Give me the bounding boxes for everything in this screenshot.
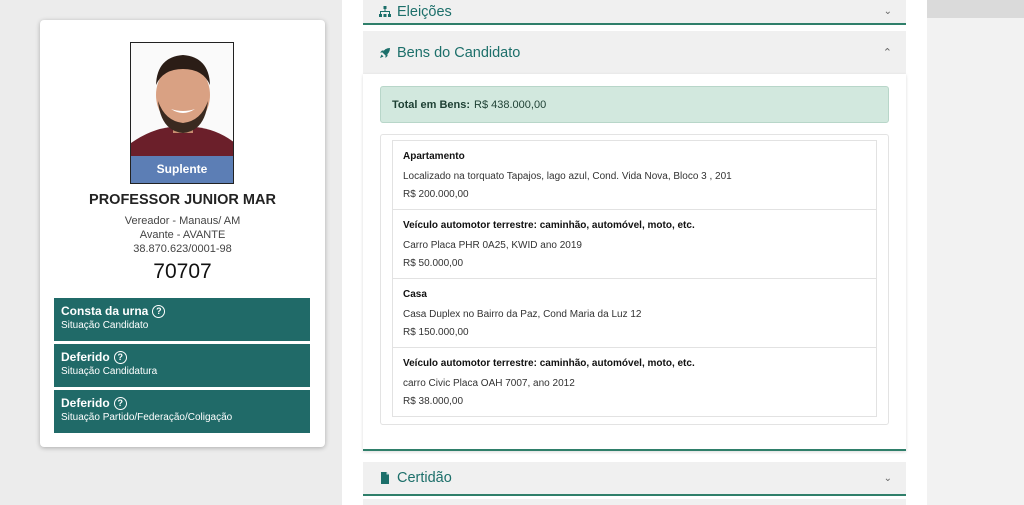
candidate-photo: Suplente [130,42,234,184]
total-bens-box: Total em Bens: R$ 438.000,00 [380,86,889,123]
item-value: R$ 200.000,00 [403,189,469,200]
total-bens-label: Total em Bens: [392,98,471,111]
accordion-title: Certidão [397,470,452,486]
accordion-header-certidao[interactable]: Certidão ⌄ [363,462,906,496]
accordion-header-next[interactable] [363,499,906,505]
candidate-office: Vereador - Manaus/ AM [124,215,241,227]
status-subtitle: Situação Partido/Federação/Coligação [61,412,233,423]
question-circle-icon[interactable]: ? [113,396,127,410]
list-item: Veículo automotor terrestre: caminhão, a… [392,347,877,417]
file-icon [381,472,389,484]
item-description: Carro Placa PHR 0A25, KWID ano 2019 [403,240,582,251]
item-title: Apartamento [403,151,465,162]
sitemap-icon [379,5,391,17]
list-item: Veículo automotor terrestre: caminhão, a… [392,209,877,279]
item-description: Localizado na torquato Tapajos, lago azu… [403,171,732,182]
list-item: Casa Casa Duplex no Bairro da Paz, Cond … [392,278,877,348]
status-box-partido: Deferido ? Situação Partido/Federação/Co… [54,390,310,433]
item-value: R$ 38.000,00 [403,396,464,407]
status-box-candidatura: Deferido ? Situação Candidatura [54,344,310,387]
candidate-card: Suplente PROFESSOR JUNIOR MAR Vereador -… [40,20,325,447]
accordion-header-bens[interactable]: Bens do Candidato ⌃ [363,31,906,74]
content-column: Eleições ⌄ Bens do Candidato ⌃ Total em … [342,0,927,505]
status-subtitle: Situação Candidatura [61,366,158,377]
status-title: Deferido [61,396,110,410]
status-subtitle: Situação Candidato [61,320,149,331]
status-photo-badge: Suplente [131,156,233,183]
item-title: Casa [403,289,427,300]
accordion-body-bens: Total em Bens: R$ 438.000,00 Apartamento… [363,74,906,451]
candidate-cnpj: 38.870.623/0001-98 [133,243,232,255]
item-value: R$ 50.000,00 [403,258,464,269]
status-box-candidato: Consta da urna ? Situação Candidato [54,298,310,341]
accordion-title: Eleições [397,3,452,20]
candidate-number: 70707 [153,260,212,283]
question-circle-icon[interactable]: ? [113,350,127,364]
item-description: Casa Duplex no Bairro da Paz, Cond Maria… [403,309,642,320]
accordion-title: Bens do Candidato [397,44,521,61]
item-value: R$ 150.000,00 [403,327,469,338]
right-strip-bar [927,0,1024,18]
status-title: Deferido [61,350,110,364]
status-title: Consta da urna [61,304,149,318]
chevron-down-icon[interactable]: ⌄ [884,473,892,484]
item-description: carro Civic Placa OAH 7007, ano 2012 [403,378,575,389]
accordion-header-eleicoes[interactable]: Eleições ⌄ [363,0,906,25]
chevron-up-icon[interactable]: ⌃ [883,46,892,59]
right-strip [927,0,1024,505]
bens-list: Apartamento Localizado na torquato Tapaj… [380,134,889,425]
question-circle-icon[interactable]: ? [152,304,166,318]
item-title: Veículo automotor terrestre: caminhão, a… [403,220,695,231]
chevron-down-icon[interactable]: ⌄ [884,6,892,17]
rocket-icon [380,47,390,58]
total-bens-value: R$ 438.000,00 [474,98,547,111]
candidate-name: PROFESSOR JUNIOR MAR [89,192,276,208]
item-title: Veículo automotor terrestre: caminhão, a… [403,358,695,369]
candidate-party: Avante - AVANTE [139,229,226,241]
list-item: Apartamento Localizado na torquato Tapaj… [392,140,877,210]
